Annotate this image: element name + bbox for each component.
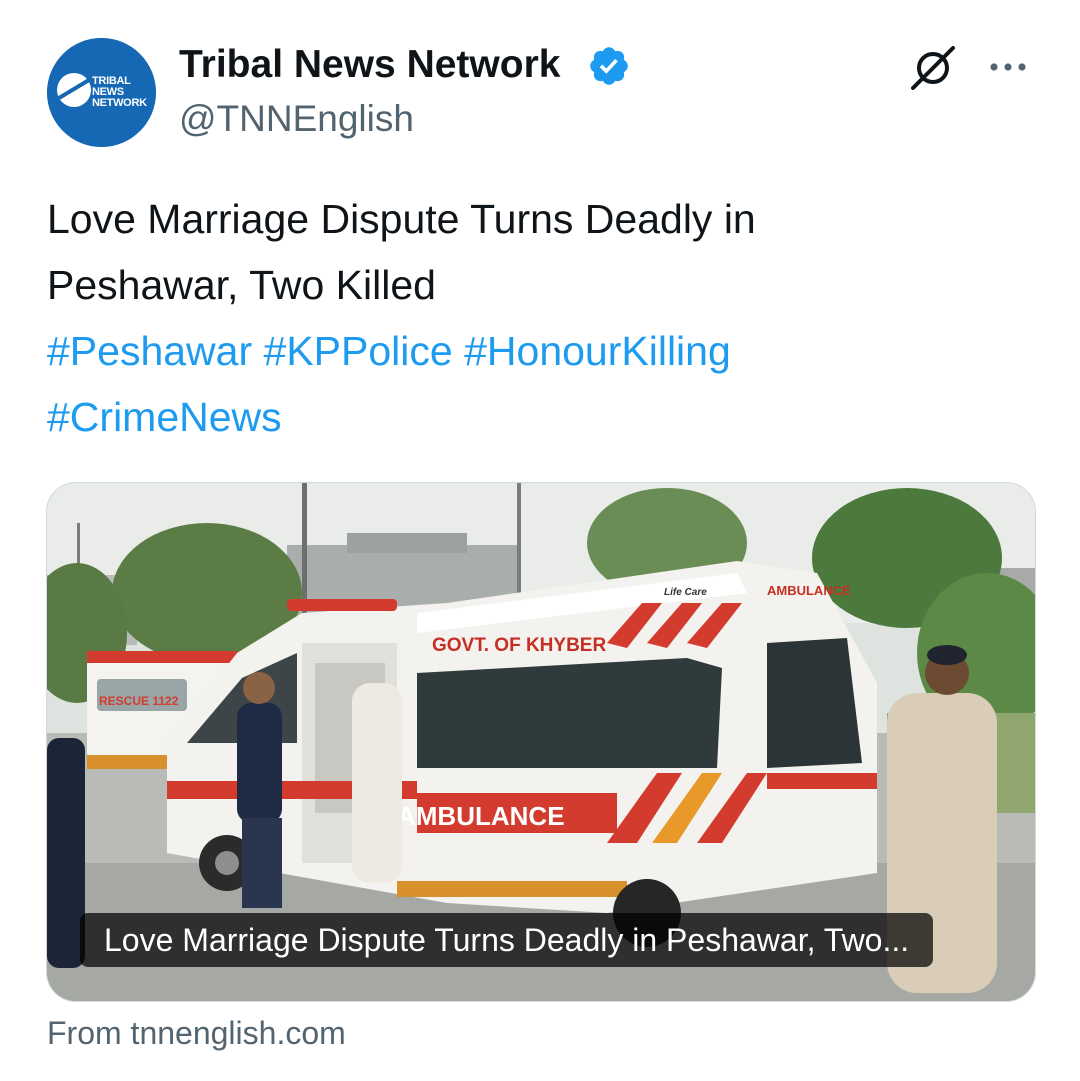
link-card[interactable]: RESCUE 1122 GOVT. OF KHYBER AMBULANCE Li… <box>46 482 1036 1002</box>
hashtag-line: #Peshawar #KPPolice #HonourKilling <box>47 318 1037 384</box>
vehicle-lifecare-label: Life Care <box>664 587 707 598</box>
card-source-link[interactable]: From tnnenglish.com <box>47 1011 346 1055</box>
vehicle-side-label: AMBULANCE <box>767 583 851 598</box>
verified-badge-icon[interactable] <box>587 44 631 88</box>
avatar-wordmark: TRIBAL NEWS NETWORK <box>92 76 147 109</box>
vehicle-ambulance-label: AMBULANCE <box>397 801 565 831</box>
tweet-text: Love Marriage Dispute Turns Deadly in Pe… <box>47 186 1037 450</box>
author-handle[interactable]: @TNNEnglish <box>179 96 414 142</box>
display-name[interactable]: Tribal News Network <box>179 41 560 89</box>
hashtag-link[interactable]: #HonourKilling <box>464 328 731 374</box>
avatar[interactable]: TRIBAL NEWS NETWORK <box>47 38 156 147</box>
hashtag-link[interactable]: #CrimeNews <box>47 394 282 440</box>
more-icon[interactable] <box>986 52 1030 82</box>
tweet-text-line: Peshawar, Two Killed <box>47 262 436 308</box>
hashtag-link[interactable]: #Peshawar <box>47 328 252 374</box>
hashtag-link[interactable]: #KPPolice <box>264 328 453 374</box>
tweet-text-line: Love Marriage Dispute Turns Deadly in <box>47 196 756 242</box>
card-title-overlay: Love Marriage Dispute Turns Deadly in Pe… <box>80 913 934 967</box>
hashtag-line: #CrimeNews <box>47 384 1037 450</box>
tweet: TRIBAL NEWS NETWORK Tribal News Network … <box>0 0 1080 1081</box>
vehicle-govt-label: GOVT. OF KHYBER <box>432 635 606 656</box>
grok-icon[interactable] <box>907 42 959 94</box>
back-ambulance-label: RESCUE 1122 <box>99 694 179 708</box>
avatar-line: NETWORK <box>92 97 147 109</box>
